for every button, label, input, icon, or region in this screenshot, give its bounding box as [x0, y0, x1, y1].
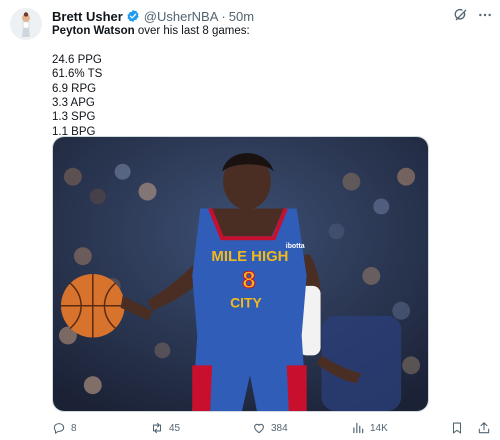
tweet-timestamp[interactable]: 50m	[229, 9, 254, 24]
jersey-number: 8	[242, 267, 255, 294]
bookmark-icon	[452, 422, 462, 434]
reply-icon	[53, 423, 65, 434]
jersey-text-bottom: CITY	[230, 295, 262, 311]
jersey-sponsor: ibotta	[286, 243, 305, 250]
intro-rest: over his last 8 games:	[134, 25, 250, 37]
tweet-intro-line: Peyton Watson over his last 8 games:	[52, 24, 482, 38]
views-chart-icon	[353, 422, 364, 434]
stat-line: 24.6 PPG	[52, 53, 102, 66]
tweet-header: Brett Usher @UsherNBA · 50m	[52, 8, 254, 24]
like-count: 384	[271, 422, 288, 434]
header-separator: ·	[221, 8, 226, 24]
verified-badge-icon	[126, 9, 140, 23]
author-name[interactable]: Brett Usher	[52, 9, 123, 24]
author-handle[interactable]: @UsherNBA	[144, 9, 219, 24]
tweet-actions: 8 45 384 14K	[52, 420, 492, 436]
share-icon	[478, 422, 490, 434]
stat-line: 1.3 SPG	[52, 111, 96, 124]
grok-icon[interactable]	[452, 6, 470, 24]
like-button[interactable]: 384	[252, 420, 288, 436]
jersey-text-top: MILE HIGH	[211, 249, 288, 265]
repost-icon	[152, 422, 162, 434]
views-button[interactable]: 14K	[351, 420, 388, 436]
stat-line: 61.6% TS	[52, 68, 103, 81]
avatar-image	[10, 8, 42, 40]
heart-icon	[254, 423, 264, 434]
stat-line: 6.9 RPG	[52, 82, 97, 95]
views-count: 14K	[370, 422, 388, 434]
tweet-text: Peyton Watson over his last 8 games: 24.…	[52, 24, 482, 139]
player-name: Peyton Watson	[52, 25, 135, 37]
share-button[interactable]	[477, 420, 496, 436]
repost-button[interactable]: 45	[150, 420, 180, 436]
reply-button[interactable]: 8	[52, 420, 77, 436]
more-icon[interactable]	[476, 6, 494, 24]
tweet: Brett Usher @UsherNBA · 50m Peyton Watso…	[0, 0, 500, 440]
player-photo: MILE HIGH 8 CITY ibotta	[53, 137, 428, 411]
author-avatar[interactable]	[10, 8, 42, 40]
reply-count: 8	[71, 422, 77, 434]
stat-line: 3.3 APG	[52, 97, 95, 110]
repost-count: 45	[169, 422, 181, 434]
bookmark-button[interactable]	[450, 420, 469, 436]
tweet-photo[interactable]: MILE HIGH 8 CITY ibotta	[52, 136, 429, 412]
